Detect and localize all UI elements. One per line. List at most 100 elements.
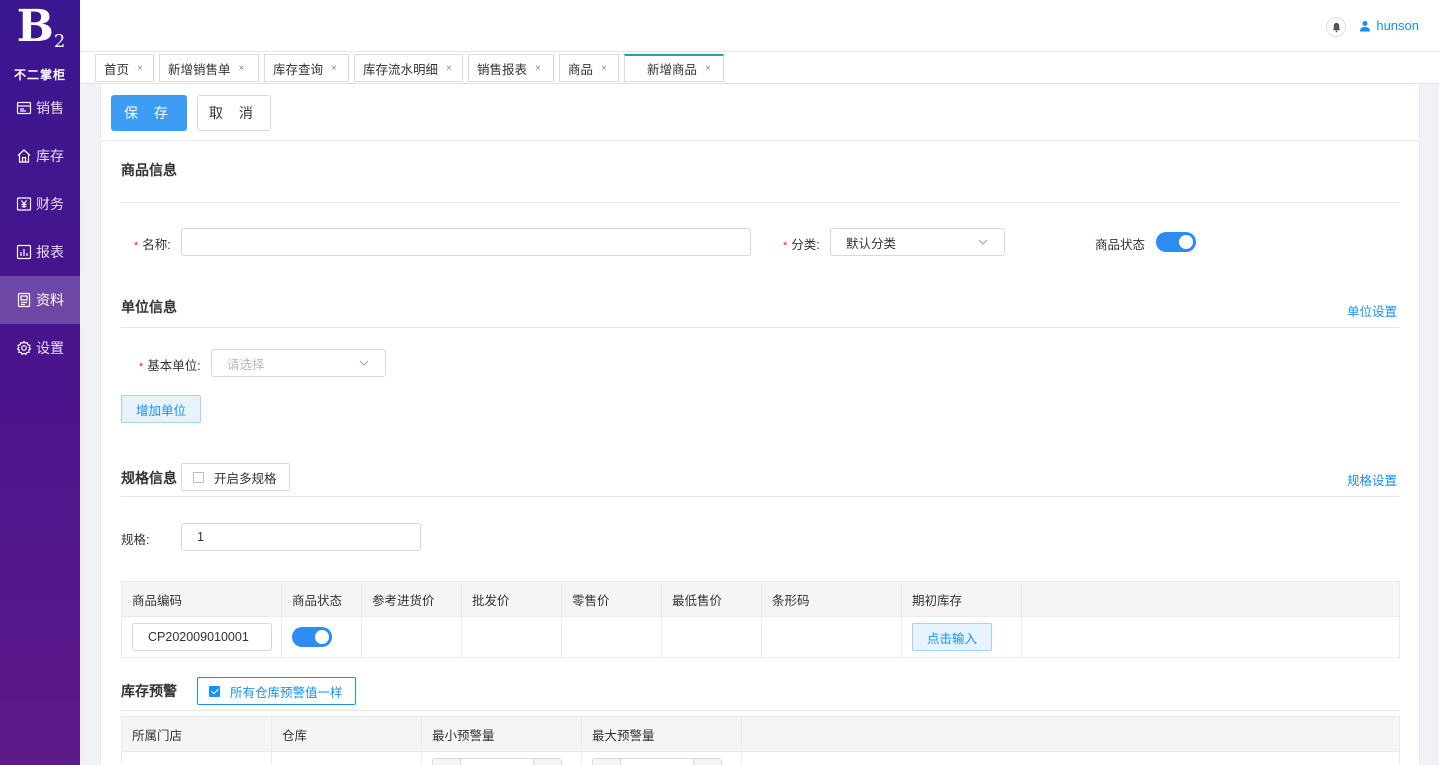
multi-spec-label: 开启多规格 [214,471,277,486]
column-header: 商品状态 [282,582,362,616]
column-header: 所属门店 [122,717,272,751]
user-menu[interactable]: hunson [1359,18,1419,33]
logo[interactable]: B2 不二掌柜 [0,0,80,84]
product-status-toggle[interactable] [1156,232,1196,252]
multi-spec-checkbox[interactable]: 开启多规格 [181,463,290,491]
column-header: 最低售价 [662,582,762,616]
main-panel: 保 存 取 消 商品信息 * 名称: * 分类: 默认分类 商品状态 单位信息 单位… [100,84,1420,765]
chevron-down-icon [978,239,988,245]
column-header: 商品编码 [122,582,282,616]
close-icon[interactable]: × [601,63,607,74]
opening-stock-button[interactable]: 点击输入 [912,623,992,651]
cancel-button[interactable]: 取 消 [197,95,271,131]
same-alert-checkbox[interactable]: 所有仓库预警值一样 [197,677,356,705]
tab-sales-report[interactable]: 销售报表 × [468,54,554,82]
spec-settings-link[interactable]: 规格设置 [1347,470,1397,489]
close-icon[interactable]: × [239,63,245,74]
spec-input[interactable]: 1 [181,523,421,551]
tab-products[interactable]: 商品 × [559,54,619,82]
column-header: 最小预警量 [422,717,582,751]
tab-label: 首页 [104,62,130,77]
table-cell [122,752,272,765]
status-field-label: 商品状态 [1095,238,1146,252]
base-unit-select[interactable]: 请选择 [211,349,386,377]
checkbox-box [193,471,204,483]
tab-label: 库存流水明细 [363,62,439,77]
category-field-label: * 分类: [783,238,820,252]
divider [121,496,1399,497]
column-header: 参考进货价 [362,582,462,616]
close-icon[interactable]: × [446,63,452,74]
table-row: CP202009010001 点击输入 [122,617,1399,657]
barcode-cell[interactable] [762,617,902,657]
table-cell: CP202009010001 [122,617,282,657]
tab-home[interactable]: 首页 × [95,54,154,82]
sidebar-item-finance[interactable]: 财务 [0,180,80,228]
close-icon[interactable]: × [705,63,711,74]
retail-price-cell[interactable] [562,617,662,657]
tab-label: 商品 [568,62,594,77]
sidebar-item-inventory[interactable]: 库存 [0,132,80,180]
section-title-spec-info: 规格信息 [121,470,177,486]
product-code-input[interactable]: CP202009010001 [132,623,272,651]
close-icon[interactable]: × [331,63,337,74]
checkbox-box [209,685,220,697]
username: hunson [1376,18,1419,33]
user-icon [1360,20,1371,31]
sidebar-item-data[interactable]: 资料 [0,276,80,324]
table-cell: 点击输入 [902,617,1022,657]
wholesale-price-cell[interactable] [462,617,562,657]
table-cell [272,752,422,765]
stock-alert-table: 所属门店 仓库 最小预警量 最大预警量 [121,716,1400,765]
increment-button[interactable] [533,759,561,765]
decrement-button[interactable] [593,759,621,765]
sku-status-toggle[interactable] [292,627,332,647]
table-cell [1022,617,1399,657]
close-icon[interactable]: × [137,63,143,74]
tab-new-sales-order[interactable]: 新增销售单 × [159,54,259,82]
section-title-stock-alert: 库存预警 [121,683,177,699]
category-select[interactable]: 默认分类 [830,228,1005,256]
sales-icon [16,100,32,116]
min-price-cell[interactable] [662,617,762,657]
sidebar-item-settings[interactable]: 设置 [0,324,80,372]
yen-icon [16,196,32,212]
unit-settings-link[interactable]: 单位设置 [1347,301,1397,320]
purchase-price-cell[interactable] [362,617,462,657]
name-input[interactable] [181,228,751,256]
sidebar-item-sales[interactable]: 销售 [0,84,80,132]
min-alert-stepper[interactable] [432,758,562,765]
sidebar: B2 不二掌柜 销售 库存 财务 报表 资料 设置 [0,0,80,765]
spec-field-label: 规格: [121,533,150,547]
close-icon[interactable]: × [535,63,541,74]
add-unit-button[interactable]: 增加单位 [121,395,201,423]
logo-mark: B2 [16,1,66,53]
tab-label: 销售报表 [477,62,528,77]
section-title-product-info: 商品信息 [121,162,177,178]
tab-inventory-flow[interactable]: 库存流水明细 × [354,54,463,82]
column-header: 零售价 [562,582,662,616]
sidebar-item-label: 资料 [36,292,64,308]
save-button[interactable]: 保 存 [111,95,187,131]
brand-name: 不二掌柜 [13,68,66,82]
gear-icon [16,340,32,356]
tab-new-product[interactable]: 新增商品 × [624,54,724,82]
column-header: 条形码 [762,582,902,616]
table-header: 所属门店 仓库 最小预警量 最大预警量 [122,717,1399,752]
column-header [742,717,1399,751]
notification-button[interactable] [1326,17,1346,37]
max-alert-stepper[interactable] [592,758,722,765]
tab-bar: 首页 × 新增销售单 × 库存查询 × 库存流水明细 × 销售报表 × 商品 ×… [80,52,1439,84]
sidebar-item-reports[interactable]: 报表 [0,228,80,276]
bell-icon [1332,22,1340,32]
sidebar-item-label: 财务 [36,196,64,212]
decrement-button[interactable] [433,759,461,765]
sidebar-item-label: 设置 [36,340,64,356]
table-cell [282,617,362,657]
sidebar-item-label: 销售 [36,100,64,116]
increment-button[interactable] [693,759,721,765]
table-header: 商品编码 商品状态 参考进货价 批发价 零售价 最低售价 条形码 期初库存 [122,582,1399,617]
base-unit-placeholder: 请选择 [227,357,265,372]
tab-inventory-query[interactable]: 库存查询 × [264,54,349,82]
table-row [122,752,1399,765]
